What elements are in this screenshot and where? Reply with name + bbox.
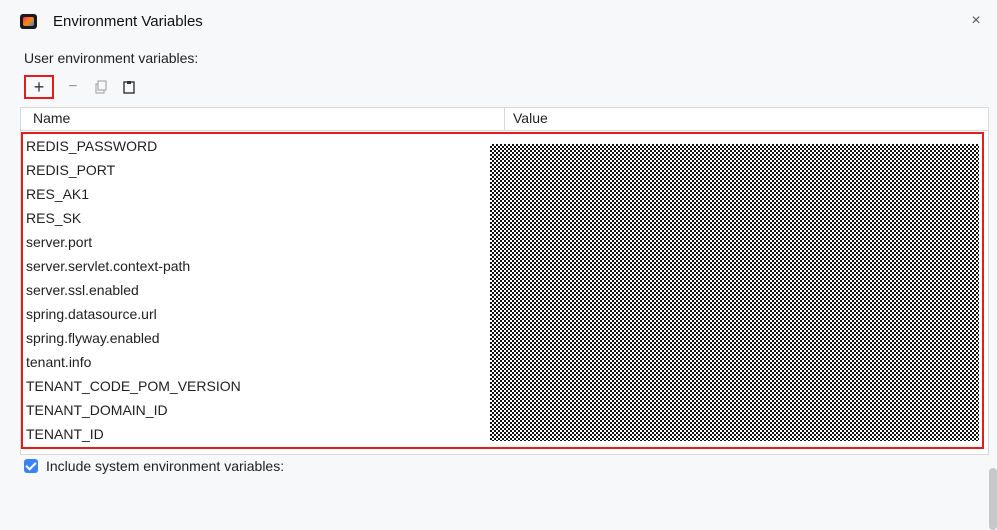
footer: Include system environment variables: <box>24 457 284 475</box>
env-vars-table: Name Value REDIS_PASSWORD REDIS_PORT RES… <box>20 107 997 530</box>
table-row[interactable]: TENANT_CODE_POM_VERSION <box>26 374 496 398</box>
copy-icon <box>95 80 107 94</box>
table-header: Name Value <box>21 108 988 131</box>
table-row[interactable]: spring.datasource.url <box>26 302 496 326</box>
masked-values <box>490 144 979 441</box>
close-icon[interactable]: × <box>966 11 986 31</box>
column-header-name[interactable]: Name <box>33 110 70 126</box>
section-label: User environment variables: <box>24 50 199 66</box>
table-row[interactable]: server.port <box>26 230 496 254</box>
table-row[interactable]: server.servlet.context-path <box>26 254 496 278</box>
table-row[interactable]: REDIS_PASSWORD <box>26 134 496 158</box>
table-row[interactable]: TENANT_DOMAIN_ID <box>26 398 496 422</box>
remove-button[interactable]: − <box>62 76 84 98</box>
variable-list: REDIS_PASSWORD REDIS_PORT RES_AK1 RES_SK… <box>26 134 496 446</box>
add-button[interactable]: + <box>24 75 54 99</box>
column-header-value[interactable]: Value <box>513 110 548 126</box>
copy-button[interactable] <box>90 76 112 98</box>
table-row[interactable]: tenant.info <box>26 350 496 374</box>
paste-icon <box>123 81 135 94</box>
include-system-label: Include system environment variables: <box>46 458 285 474</box>
table-row[interactable]: RES_SK <box>26 206 496 230</box>
table-row[interactable]: REDIS_PORT <box>26 158 496 182</box>
window-title: Environment Variables <box>53 13 203 30</box>
app-icon <box>20 14 37 29</box>
vertical-scrollbar[interactable] <box>989 468 997 530</box>
paste-button[interactable] <box>118 76 140 98</box>
column-divider[interactable] <box>504 108 505 130</box>
toolbar: + − <box>24 75 146 99</box>
table-row[interactable]: spring.flyway.enabled <box>26 326 496 350</box>
include-system-checkbox[interactable] <box>24 459 38 473</box>
table-row[interactable]: server.ssl.enabled <box>26 278 496 302</box>
title-bar: Environment Variables × <box>0 0 997 42</box>
table-row[interactable]: TENANT_ID <box>26 422 496 446</box>
table-row[interactable]: RES_AK1 <box>26 182 496 206</box>
